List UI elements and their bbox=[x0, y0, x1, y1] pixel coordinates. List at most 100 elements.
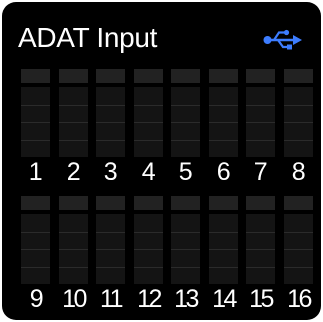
level-bar bbox=[134, 87, 163, 157]
peak-indicator bbox=[284, 196, 313, 210]
level-bar bbox=[21, 214, 50, 284]
channel-label: 16 bbox=[287, 285, 312, 313]
level-bar bbox=[134, 214, 163, 284]
adat-input-panel: ADAT Input 1 2 3 4 5 6 7 8 9 10 11 12 13… bbox=[2, 2, 321, 320]
peak-indicator bbox=[21, 69, 50, 83]
peak-indicator bbox=[171, 196, 200, 210]
peak-indicator bbox=[246, 69, 275, 83]
panel-title: ADAT Input bbox=[18, 22, 158, 53]
channel-meter-16: 16 bbox=[284, 196, 313, 312]
peak-indicator bbox=[21, 196, 50, 210]
channel-meter-13: 13 bbox=[171, 196, 200, 312]
level-bar bbox=[284, 87, 313, 157]
meter-segment-line bbox=[171, 232, 200, 233]
channel-meter-5: 5 bbox=[171, 69, 200, 185]
channel-meter-4: 4 bbox=[134, 69, 163, 185]
channel-label: 15 bbox=[249, 285, 274, 313]
meter-segment-line bbox=[59, 232, 88, 233]
meter-segment-line bbox=[171, 140, 200, 141]
meter-segment-line bbox=[21, 249, 50, 250]
meter-segment-line bbox=[209, 232, 238, 233]
meter-segment-line bbox=[96, 232, 125, 233]
meter-segment-line bbox=[21, 122, 50, 123]
channel-label: 13 bbox=[174, 285, 199, 313]
channel-meter-12: 12 bbox=[134, 196, 163, 312]
peak-indicator bbox=[246, 196, 275, 210]
meter-segment-line bbox=[134, 122, 163, 123]
meter-segment-line bbox=[96, 122, 125, 123]
level-bar bbox=[284, 214, 313, 284]
channel-label: 1 bbox=[28, 158, 43, 186]
channel-label: 8 bbox=[291, 158, 306, 186]
meter-segment-line bbox=[171, 249, 200, 250]
meter-segment-line bbox=[246, 122, 275, 123]
level-bar bbox=[96, 214, 125, 284]
meter-segment-line bbox=[59, 267, 88, 268]
channel-label: 6 bbox=[216, 158, 231, 186]
meter-segment-line bbox=[284, 232, 313, 233]
meter-segment-line bbox=[96, 105, 125, 106]
channel-meter-9: 9 bbox=[21, 196, 50, 312]
channel-label: 4 bbox=[141, 158, 156, 186]
channel-meter-3: 3 bbox=[96, 69, 125, 185]
channel-meter-1: 1 bbox=[21, 69, 50, 185]
meter-segment-line bbox=[209, 249, 238, 250]
meter-segment-line bbox=[21, 140, 50, 141]
channel-label: 14 bbox=[212, 285, 237, 313]
peak-indicator bbox=[209, 196, 238, 210]
channel-meter-6: 6 bbox=[209, 69, 238, 185]
channel-meter-2: 2 bbox=[59, 69, 88, 185]
meter-segment-line bbox=[209, 267, 238, 268]
meter-segment-line bbox=[209, 105, 238, 106]
meter-segment-line bbox=[21, 267, 50, 268]
level-bar bbox=[246, 214, 275, 284]
meter-segment-line bbox=[96, 249, 125, 250]
channel-meter-15: 15 bbox=[246, 196, 275, 312]
peak-indicator bbox=[134, 196, 163, 210]
peak-indicator bbox=[284, 69, 313, 83]
usb-icon bbox=[263, 29, 302, 50]
channel-meter-14: 14 bbox=[209, 196, 238, 312]
peak-indicator bbox=[96, 196, 125, 210]
peak-indicator bbox=[59, 69, 88, 83]
meter-segment-line bbox=[134, 232, 163, 233]
meter-segment-line bbox=[284, 140, 313, 141]
meter-segment-line bbox=[171, 105, 200, 106]
meter-segment-line bbox=[59, 105, 88, 106]
level-bar bbox=[246, 87, 275, 157]
meter-segment-line bbox=[171, 122, 200, 123]
meter-segment-line bbox=[134, 140, 163, 141]
level-bar bbox=[21, 87, 50, 157]
meter-segment-line bbox=[21, 105, 50, 106]
meter-segment-line bbox=[134, 267, 163, 268]
meter-segment-line bbox=[284, 267, 313, 268]
level-bar bbox=[171, 87, 200, 157]
channel-meter-7: 7 bbox=[246, 69, 275, 185]
meter-segment-line bbox=[171, 267, 200, 268]
meter-segment-line bbox=[284, 122, 313, 123]
meter-segment-line bbox=[59, 122, 88, 123]
meter-segment-line bbox=[96, 267, 125, 268]
channel-label: 3 bbox=[103, 158, 118, 186]
meter-segment-line bbox=[246, 249, 275, 250]
channel-meter-11: 11 bbox=[96, 196, 125, 312]
channel-label: 11 bbox=[100, 285, 123, 313]
level-bar bbox=[209, 214, 238, 284]
meter-segment-line bbox=[246, 232, 275, 233]
level-bar bbox=[96, 87, 125, 157]
meter-segment-line bbox=[134, 105, 163, 106]
channel-label: 2 bbox=[66, 158, 81, 186]
meter-segment-line bbox=[246, 267, 275, 268]
meter-segment-line bbox=[21, 232, 50, 233]
channel-label: 5 bbox=[178, 158, 193, 186]
meter-segment-line bbox=[209, 140, 238, 141]
channel-label: 7 bbox=[253, 158, 268, 186]
peak-indicator bbox=[96, 69, 125, 83]
level-bar bbox=[59, 214, 88, 284]
meter-segment-line bbox=[96, 140, 125, 141]
meter-segment-line bbox=[246, 140, 275, 141]
channel-label: 9 bbox=[29, 285, 44, 313]
peak-indicator bbox=[134, 69, 163, 83]
meter-segment-line bbox=[284, 105, 313, 106]
level-bar bbox=[209, 87, 238, 157]
